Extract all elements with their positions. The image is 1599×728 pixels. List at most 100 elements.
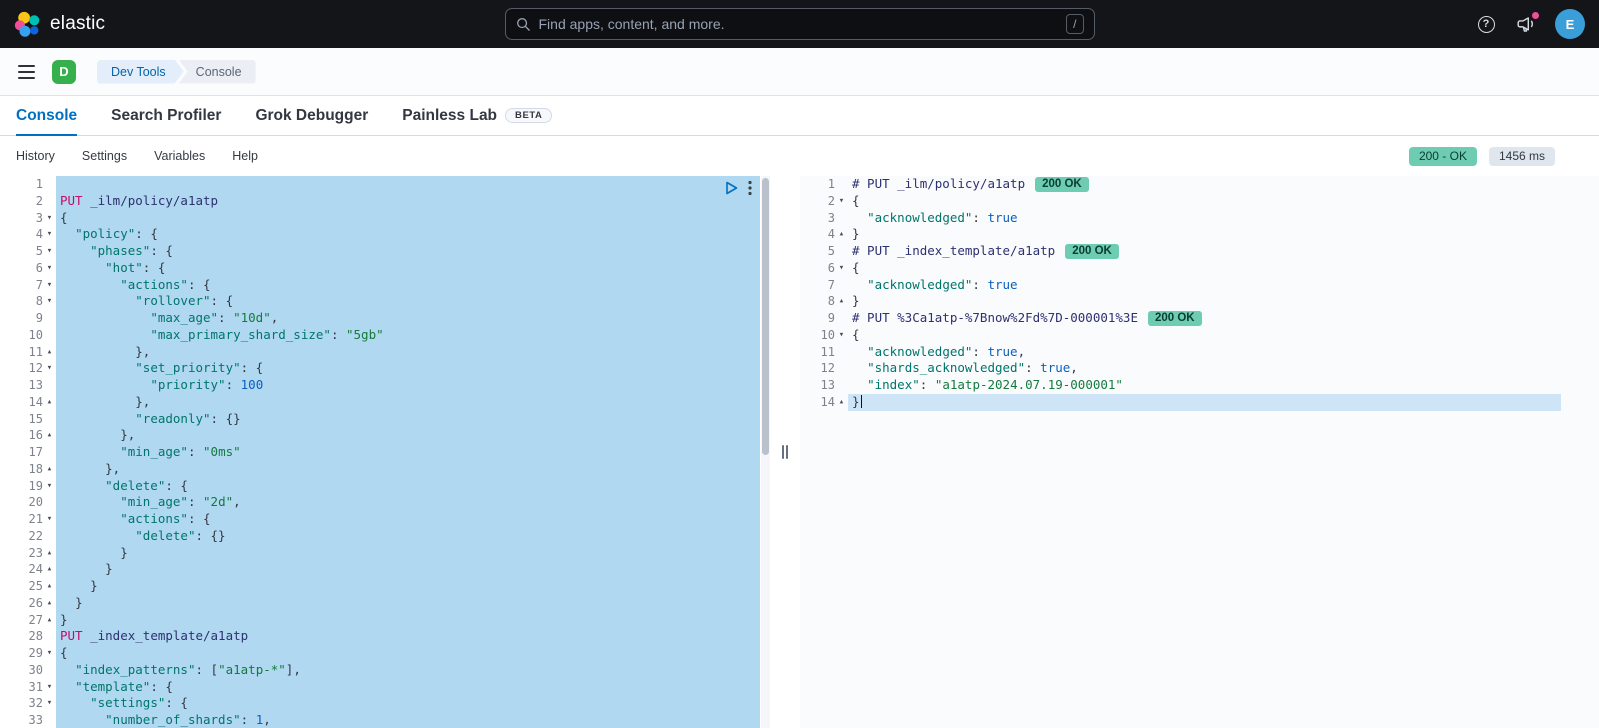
line-gutter: 16▴ xyxy=(0,427,56,444)
editor-line[interactable]: 11▴ }, xyxy=(0,344,770,361)
tab-console[interactable]: Console xyxy=(16,96,77,135)
global-search-input[interactable]: Find apps, content, and more. / xyxy=(505,8,1095,40)
fold-close-icon[interactable]: ▴ xyxy=(43,461,56,478)
help-button[interactable]: ? xyxy=(1475,13,1497,35)
request-editor[interactable]: 12PUT _ilm/policy/a1atp3▾{4▾ "policy": {… xyxy=(0,176,770,728)
editor-line[interactable]: 10 "max_primary_shard_size": "5gb" xyxy=(0,327,770,344)
fold-open-icon[interactable]: ▾ xyxy=(835,193,848,210)
editor-line[interactable]: 24▴ } xyxy=(0,561,770,578)
editor-line[interactable]: 19▾ "delete": { xyxy=(0,478,770,495)
editor-line[interactable]: 28PUT _index_template/a1atp xyxy=(0,628,770,645)
fold-close-icon[interactable]: ▴ xyxy=(43,595,56,612)
help-link-button[interactable]: Help xyxy=(232,149,258,163)
fold-close-icon[interactable]: ▴ xyxy=(835,394,848,411)
line-number: 5 xyxy=(828,243,835,260)
line-number: 5 xyxy=(36,243,43,260)
fold-close-icon[interactable]: ▴ xyxy=(43,427,56,444)
fold-open-icon[interactable]: ▾ xyxy=(43,645,56,662)
editor-line[interactable]: 27▴} xyxy=(0,612,770,629)
fold-open-icon[interactable]: ▾ xyxy=(43,226,56,243)
editor-line[interactable]: 5▾ "phases": { xyxy=(0,243,770,260)
tab-painless-lab[interactable]: Painless Lab BETA xyxy=(402,96,552,135)
fold-open-icon[interactable]: ▾ xyxy=(43,695,56,712)
fold-close-icon[interactable]: ▴ xyxy=(43,344,56,361)
editor-line[interactable]: 3▾{ xyxy=(0,210,770,227)
line-number: 15 xyxy=(29,411,43,428)
editor-line[interactable]: 30 "index_patterns": ["a1atp-*"], xyxy=(0,662,770,679)
duration-badge: 1456 ms xyxy=(1489,147,1555,166)
fold-close-icon[interactable]: ▴ xyxy=(43,561,56,578)
tab-search-profiler[interactable]: Search Profiler xyxy=(111,96,221,135)
breadcrumb-console[interactable]: Console xyxy=(179,60,256,84)
fold-close-icon[interactable]: ▴ xyxy=(43,394,56,411)
line-number: 11 xyxy=(821,344,835,361)
editor-line[interactable]: 17 "min_age": "0ms" xyxy=(0,444,770,461)
editor-line[interactable]: 2PUT _ilm/policy/a1atp xyxy=(0,193,770,210)
editor-line[interactable]: 16▴ }, xyxy=(0,427,770,444)
editor-line[interactable]: 13 "priority": 100 xyxy=(0,377,770,394)
panel-resizer[interactable] xyxy=(770,176,800,728)
editor-line[interactable]: 33 "number_of_shards": 1, xyxy=(0,712,770,728)
breadcrumb: Dev Tools Console xyxy=(97,60,256,84)
output-line: 12 "shards_acknowledged": true, xyxy=(800,360,1599,377)
line-gutter: 29▾ xyxy=(0,645,56,662)
user-avatar[interactable]: E xyxy=(1555,9,1585,39)
settings-button[interactable]: Settings xyxy=(82,149,127,163)
breadcrumb-dev-tools[interactable]: Dev Tools xyxy=(97,60,184,84)
fold-close-icon[interactable]: ▴ xyxy=(835,293,848,310)
fold-open-icon[interactable]: ▾ xyxy=(835,260,848,277)
editor-line[interactable]: 9 "max_age": "10d", xyxy=(0,310,770,327)
editor-line[interactable]: 31▾ "template": { xyxy=(0,679,770,696)
variables-button[interactable]: Variables xyxy=(154,149,205,163)
editor-line[interactable]: 23▴ } xyxy=(0,545,770,562)
editor-line[interactable]: 22 "delete": {} xyxy=(0,528,770,545)
editor-line[interactable]: 4▾ "policy": { xyxy=(0,226,770,243)
fold-close-icon[interactable]: ▴ xyxy=(43,545,56,562)
editor-line[interactable]: 26▴ } xyxy=(0,595,770,612)
line-number: 4 xyxy=(828,226,835,243)
editor-line[interactable]: 1 xyxy=(0,176,770,193)
fold-open-icon[interactable]: ▾ xyxy=(43,260,56,277)
editor-line[interactable]: 15 "readonly": {} xyxy=(0,411,770,428)
send-request-button[interactable] xyxy=(725,181,738,195)
editor-line[interactable]: 12▾ "set_priority": { xyxy=(0,360,770,377)
line-number: 26 xyxy=(29,595,43,612)
space-avatar[interactable]: D xyxy=(52,60,76,84)
editor-line[interactable]: 7▾ "actions": { xyxy=(0,277,770,294)
fold-open-icon[interactable]: ▾ xyxy=(43,511,56,528)
editor-line[interactable]: 14▴ }, xyxy=(0,394,770,411)
editor-line[interactable]: 32▾ "settings": { xyxy=(0,695,770,712)
fold-open-icon[interactable]: ▾ xyxy=(43,243,56,260)
fold-open-icon[interactable]: ▾ xyxy=(43,679,56,696)
editor-line[interactable]: 21▾ "actions": { xyxy=(0,511,770,528)
console-workspace: 12PUT _ilm/policy/a1atp3▾{4▾ "policy": {… xyxy=(0,176,1599,728)
fold-open-icon[interactable]: ▾ xyxy=(43,277,56,294)
fold-open-icon[interactable]: ▾ xyxy=(835,327,848,344)
line-number: 8 xyxy=(36,293,43,310)
line-gutter: 3▾ xyxy=(0,210,56,227)
editor-line[interactable]: 18▴ }, xyxy=(0,461,770,478)
fold-close-icon[interactable]: ▴ xyxy=(43,578,56,595)
editor-line[interactable]: 8▾ "rollover": { xyxy=(0,293,770,310)
fold-open-icon[interactable]: ▾ xyxy=(43,293,56,310)
editor-line[interactable]: 6▾ "hot": { xyxy=(0,260,770,277)
request-options-button[interactable] xyxy=(748,180,752,196)
tab-grok-debugger[interactable]: Grok Debugger xyxy=(255,96,368,135)
fold-open-icon[interactable]: ▾ xyxy=(43,360,56,377)
menu-toggle-button[interactable] xyxy=(16,61,37,83)
fold-open-icon[interactable]: ▾ xyxy=(43,210,56,227)
editor-scrollbar[interactable] xyxy=(761,176,770,728)
line-number: 23 xyxy=(29,545,43,562)
news-button[interactable] xyxy=(1515,13,1537,35)
fold-close-icon[interactable]: ▴ xyxy=(43,612,56,629)
editor-line[interactable]: 20 "min_age": "2d", xyxy=(0,494,770,511)
line-number: 20 xyxy=(29,494,43,511)
editor-scrollbar-thumb[interactable] xyxy=(762,178,769,455)
fold-close-icon[interactable]: ▴ xyxy=(835,226,848,243)
line-number: 12 xyxy=(821,360,835,377)
fold-open-icon[interactable]: ▾ xyxy=(43,478,56,495)
elastic-home-link[interactable]: elastic xyxy=(14,11,105,38)
editor-line[interactable]: 29▾{ xyxy=(0,645,770,662)
editor-line[interactable]: 25▴ } xyxy=(0,578,770,595)
history-button[interactable]: History xyxy=(16,149,55,163)
